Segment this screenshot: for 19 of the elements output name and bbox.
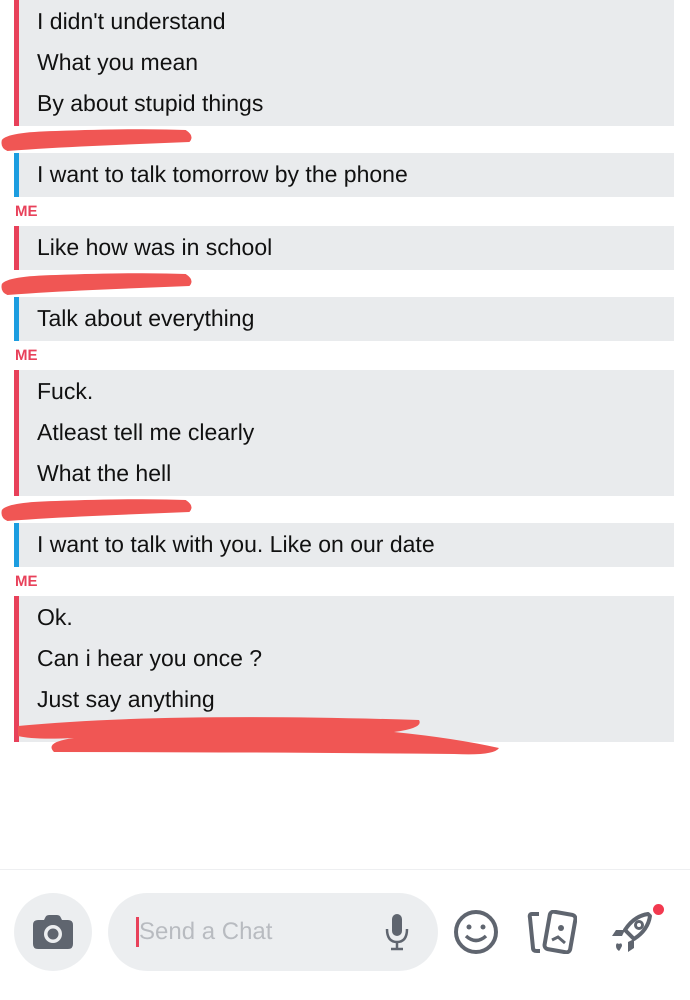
message-text: I want to talk with you. Like on our date — [37, 530, 436, 559]
message-text: Can i hear you once ? — [37, 644, 264, 673]
message-text: Talk about everything — [37, 304, 256, 333]
microphone-icon — [384, 913, 410, 951]
sender-name: ME — [15, 347, 38, 364]
message-text: What you mean — [37, 48, 200, 77]
camera-icon — [32, 914, 74, 950]
text-cursor — [136, 917, 139, 947]
message-text: What the hell — [37, 459, 172, 488]
sender-name: ME — [15, 203, 38, 220]
message-text: Fuck. — [37, 377, 94, 406]
message-text: Like how was in school — [37, 233, 274, 262]
message-text: I didn't understand — [37, 7, 227, 36]
message-text: Just say anything — [37, 685, 216, 714]
message-text: I want to talk tomorrow by the phone — [37, 160, 409, 189]
message-text: Atleast tell me clearly — [37, 418, 256, 447]
message-text: By about stupid things — [37, 89, 264, 118]
sender-name: ME — [15, 573, 38, 590]
message-text: Ok. — [37, 603, 74, 632]
